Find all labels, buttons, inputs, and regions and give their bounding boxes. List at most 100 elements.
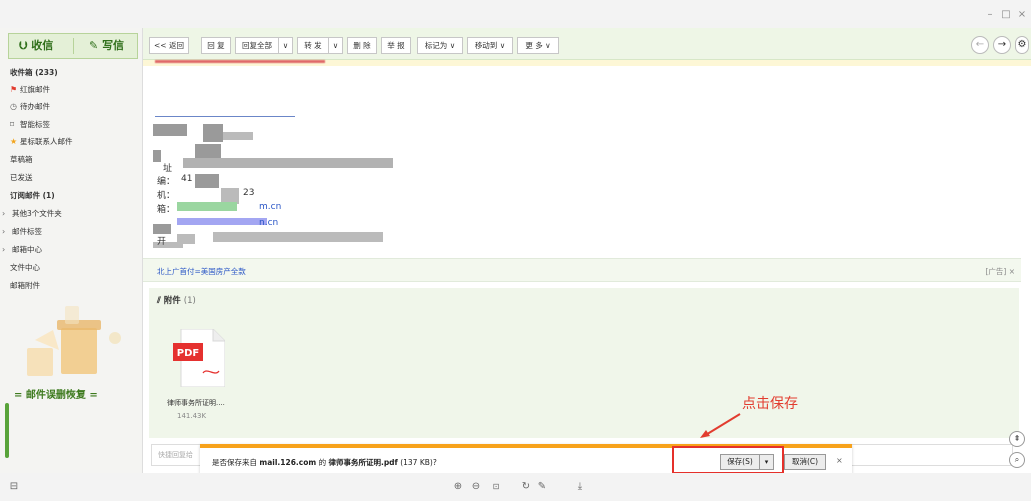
- postcode-digits: 41: [181, 174, 193, 184]
- more-button[interactable]: 更 多 ∨: [517, 37, 559, 54]
- reply-button[interactable]: 回 复: [201, 37, 231, 54]
- sidebar-folder-label: 已发送: [10, 173, 33, 182]
- next-mail-button[interactable]: →: [993, 36, 1011, 54]
- sidebar-folder[interactable]: › 其他3个文件夹: [2, 206, 62, 222]
- download-icon[interactable]: ⤓: [574, 481, 586, 493]
- sidebar-folder-label: 邮件标签: [12, 227, 42, 236]
- settings-gear-icon[interactable]: ⚙: [1015, 36, 1029, 54]
- delete-button[interactable]: 删 除: [347, 37, 377, 54]
- rotate-icon[interactable]: ↻: [520, 481, 532, 493]
- restore-button[interactable]: □: [1000, 9, 1012, 21]
- sidebar-folder[interactable]: ★ 星标联系人邮件: [10, 134, 73, 150]
- sidebar-folder-label: 其他3个文件夹: [12, 209, 62, 218]
- sidebar-folder-label: 文件中心: [10, 263, 40, 272]
- address-label: 址: [163, 164, 173, 174]
- scroll-top-icon[interactable]: ⇞: [1009, 431, 1025, 447]
- paperclip-icon: ⫽: [157, 296, 161, 306]
- blur-block: [177, 234, 195, 244]
- zoom-in-icon[interactable]: ⊕: [452, 481, 464, 493]
- sidebar-folder-label: 收件箱 (233): [10, 68, 58, 77]
- website-link[interactable]: n.cn: [259, 218, 278, 228]
- back-button[interactable]: << 返回: [149, 37, 189, 54]
- recover-banner-text[interactable]: = 邮件误删恢复 =: [14, 386, 98, 401]
- mark-as-button[interactable]: 标记为 ∨: [417, 37, 463, 54]
- tag-icon: ⌑: [10, 120, 15, 129]
- annotation-arrow-icon: [700, 413, 741, 438]
- fit-page-icon[interactable]: ⊡: [490, 481, 502, 493]
- zoom-out-icon[interactable]: ⊖: [470, 481, 482, 493]
- status-bar: ⊟ ⊕ ⊖ ⊡ ↻ ✎ ⤓: [0, 473, 1031, 501]
- sidebar-folder[interactable]: 订阅邮件 (1): [10, 188, 55, 204]
- prev-mail-button[interactable]: ←: [971, 36, 989, 54]
- blur-block: [153, 124, 187, 136]
- panel-icon[interactable]: ⊟: [8, 481, 20, 493]
- download-middle: 的: [316, 458, 329, 467]
- sidebar-folder[interactable]: 草稿箱: [10, 152, 33, 168]
- mailbox-label: 箱：: [157, 205, 176, 215]
- cancel-button[interactable]: 取消(C): [784, 454, 826, 470]
- pdf-type-label: PDF: [177, 348, 199, 359]
- sidebar-folder[interactable]: ⌑ 智能标签: [10, 117, 50, 133]
- sidebar-folder[interactable]: ◷ 待办邮件: [10, 99, 50, 115]
- blur-block: [177, 218, 267, 225]
- pen-icon[interactable]: ✎: [536, 481, 548, 493]
- mail-reader: << 返回 回 复 回复全部 ∨ 转 发 ∨ 删 除 举 报 标记为 ∨ 移动到…: [143, 28, 1031, 473]
- chevron-right-icon: ›: [2, 227, 6, 236]
- sidebar-folder-label: 邮箱附件: [10, 281, 40, 290]
- sidebar-scroll-indicator[interactable]: [5, 403, 9, 458]
- mailbox-link[interactable]: m.cn: [259, 202, 281, 212]
- zoom-search-icon[interactable]: ⌕: [1009, 452, 1025, 468]
- receive-button[interactable]: ⮋ 收信: [19, 34, 53, 58]
- pdf-file-icon[interactable]: PDF: [173, 329, 225, 387]
- blur-block: [195, 174, 219, 188]
- download-size: (137 KB)?: [397, 458, 437, 467]
- compose-divider: [73, 38, 74, 54]
- signature-divider: [155, 116, 295, 117]
- window-titlebar: – □ ×: [0, 0, 1031, 28]
- sidebar-folder-label: 订阅邮件 (1): [10, 191, 55, 200]
- quick-reply-placeholder: 快捷回复给: [158, 451, 193, 459]
- ad-link[interactable]: 北上广首付=美国房产全款: [157, 266, 246, 277]
- blur-block: [203, 124, 223, 142]
- blurred-notice: [155, 60, 325, 63]
- sidebar-folder[interactable]: › 邮箱中心: [2, 242, 42, 258]
- blur-block: [213, 232, 383, 242]
- forward-button[interactable]: 转 发: [297, 37, 329, 54]
- open-label: 开: [157, 237, 167, 247]
- download-filename: 律师事务所证明.pdf: [328, 458, 398, 467]
- forward-dropdown[interactable]: ∨: [329, 37, 343, 54]
- minimize-button[interactable]: –: [984, 9, 996, 21]
- mobile-digits: 23: [243, 188, 255, 198]
- postcode-label: 编：: [157, 177, 176, 187]
- sidebar-folder-label: 草稿箱: [10, 155, 33, 164]
- chevron-right-icon: ›: [2, 209, 6, 218]
- compose-button[interactable]: ✎ 写信: [89, 34, 124, 58]
- reply-all-dropdown[interactable]: ∨: [279, 37, 293, 54]
- mobile-label: 机：: [157, 191, 176, 201]
- attachment-size: 141.43K: [177, 412, 207, 420]
- sidebar-folder[interactable]: › 邮件标签: [2, 224, 42, 240]
- sidebar-folder-label: 星标联系人邮件: [20, 137, 73, 146]
- sidebar-folder-label: 红旗邮件: [20, 85, 50, 94]
- chevron-right-icon: ›: [2, 245, 6, 254]
- attachment-name[interactable]: 律师事务所证明....: [167, 398, 225, 408]
- flag-icon: ⚑: [10, 85, 18, 94]
- blur-block: [153, 224, 171, 234]
- move-to-button[interactable]: 移动到 ∨: [467, 37, 513, 54]
- download-close-icon[interactable]: ×: [836, 456, 843, 465]
- annotation-highlight-box: [672, 446, 784, 474]
- blur-block: [223, 132, 253, 140]
- sidebar-folder[interactable]: 文件中心: [10, 260, 40, 276]
- sidebar-folder[interactable]: ⚑ 红旗邮件: [10, 82, 50, 98]
- close-window-button[interactable]: ×: [1016, 9, 1028, 21]
- report-button[interactable]: 举 报: [381, 37, 411, 54]
- compose-icon: ✎: [89, 39, 99, 52]
- reply-all-button[interactable]: 回复全部: [235, 37, 279, 54]
- sidebar-folder[interactable]: 已发送: [10, 170, 33, 186]
- annotation-text: 点击保存: [742, 396, 798, 412]
- star-icon: ★: [10, 137, 18, 146]
- ad-close[interactable]: [广告] ×: [985, 266, 1015, 277]
- sidebar-folder[interactable]: 收件箱 (233): [10, 65, 58, 81]
- app-window: – □ × ⮋ 收信 ✎ 写信 收件箱 (233) ⚑ 红旗邮件 ◷ 待办邮件 ⌑ 智能标签…: [0, 0, 1031, 501]
- sidebar-folder-label: 邮箱中心: [12, 245, 42, 254]
